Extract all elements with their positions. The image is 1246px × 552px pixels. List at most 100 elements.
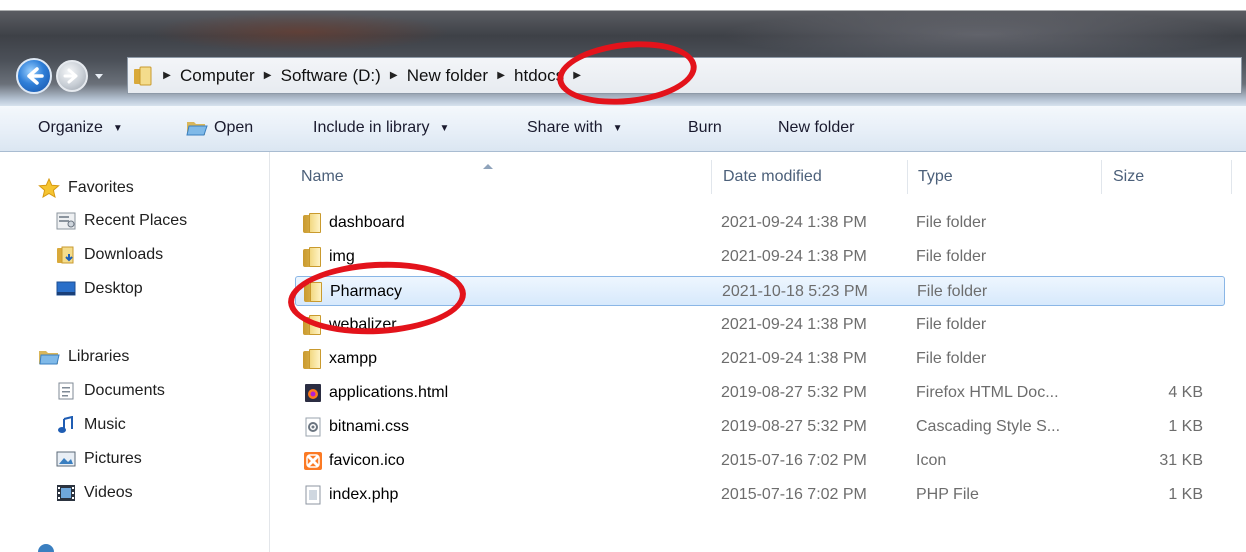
file-type: File folder [916,214,987,231]
nav-pictures-label: Pictures [84,450,142,467]
breadcrumb-software-drive[interactable]: Software (D:) [277,66,385,86]
nav-documents-label: Documents [84,382,165,399]
nav-recent-places-label: Recent Places [84,212,188,229]
file-type: PHP File [916,486,979,503]
organize-label: Organize [38,119,103,136]
nav-pictures[interactable]: Pictures [56,450,142,468]
file-row[interactable]: img 2021-09-24 1:38 PM File folder [295,242,1225,272]
column-header-row: Name Date modified Type Size [271,152,1246,198]
column-divider[interactable] [711,160,712,194]
nav-desktop[interactable]: Desktop [56,280,143,298]
file-date: 2015-07-16 7:02 PM [721,452,867,469]
column-date-modified[interactable]: Date modified [723,168,822,186]
titlebar-background-blur [150,12,450,52]
recent-places-icon [56,212,76,230]
folder-icon [303,349,321,369]
nav-favorites[interactable]: Favorites [38,178,134,198]
share-with-label: Share with [527,119,603,136]
forward-arrow-icon [63,68,78,84]
file-name: dashboard [329,214,405,231]
file-type: File folder [916,248,987,265]
file-row[interactable]: bitnami.css 2019-08-27 5:32 PM Cascading… [295,412,1225,442]
open-label: Open [214,119,254,136]
back-button[interactable] [16,58,52,94]
nav-videos[interactable]: Videos [56,484,133,502]
file-row[interactable]: favicon.ico 2015-07-16 7:02 PM Icon 31 K… [295,446,1225,476]
forward-button[interactable] [56,60,88,92]
nav-libraries-label: Libraries [68,348,130,365]
file-date: 2021-09-24 1:38 PM [721,214,867,231]
file-date: 2019-08-27 5:32 PM [721,418,867,435]
nav-downloads[interactable]: Downloads [56,246,163,264]
breadcrumb-computer[interactable]: Computer [176,66,259,86]
breadcrumb-new-folder[interactable]: New folder [403,66,492,86]
file-row[interactable]: index.php 2015-07-16 7:02 PM PHP File 1 … [295,480,1225,510]
breadcrumb-separator-icon[interactable]: ▶ [568,70,586,81]
file-size: 4 KB [1168,384,1203,401]
address-bar[interactable]: ▶ Computer ▶ Software (D:) ▶ New folder … [127,57,1242,94]
file-size: 1 KB [1168,486,1203,503]
file-row[interactable]: xampp 2021-09-24 1:38 PM File folder [295,344,1225,374]
column-divider[interactable] [907,160,908,194]
column-divider[interactable] [1231,160,1232,194]
php-file-icon [305,485,321,505]
nav-music-label: Music [84,416,126,433]
sort-ascending-icon [483,164,493,169]
file-name: applications.html [329,384,449,401]
share-with-button[interactable]: Share with ▼ [527,119,623,137]
file-row[interactable]: webalizer 2021-09-24 1:38 PM File folder [295,310,1225,340]
folder-icon [303,213,321,233]
new-folder-label: New folder [778,119,855,136]
file-name: webalizer [329,316,397,333]
nav-videos-label: Videos [84,484,133,501]
file-type: File folder [916,350,987,367]
organize-button[interactable]: Organize ▼ [38,119,123,137]
new-folder-button[interactable]: New folder [778,119,854,137]
file-list: Name Date modified Type Size dashboard 2… [271,152,1246,552]
breadcrumb-separator-icon[interactable]: ▶ [259,70,277,81]
column-divider[interactable] [1101,160,1102,194]
breadcrumb-htdocs[interactable]: htdocs [510,66,568,86]
file-name: bitnami.css [329,418,410,435]
breadcrumb-separator-icon[interactable]: ▶ [492,70,510,81]
breadcrumb-separator-icon[interactable]: ▶ [385,70,403,81]
breadcrumb-separator-icon[interactable]: ▶ [158,70,176,81]
firefox-html-icon [305,384,321,402]
file-date: 2015-07-16 7:02 PM [721,486,867,503]
nav-documents[interactable]: Documents [56,382,165,400]
column-size[interactable]: Size [1113,168,1144,186]
file-row[interactable]: dashboard 2021-09-24 1:38 PM File folder [295,208,1225,238]
file-type: Firefox HTML Doc... [916,384,1059,401]
homegroup-icon [38,544,54,552]
include-in-library-label: Include in library [313,119,430,136]
css-file-icon [305,417,321,437]
nav-recent-places[interactable]: Recent Places [56,212,187,230]
file-size: 31 KB [1159,452,1203,469]
folder-icon [303,247,321,267]
include-in-library-button[interactable]: Include in library ▼ [313,119,449,137]
recent-locations-dropdown[interactable] [92,70,106,84]
file-row-selected[interactable]: Pharmacy 2021-10-18 5:23 PM File folder [295,276,1225,306]
downloads-folder-icon [57,246,74,264]
file-date: 2021-09-24 1:38 PM [721,316,867,333]
file-row[interactable]: applications.html 2019-08-27 5:32 PM Fir… [295,378,1225,408]
nav-libraries[interactable]: Libraries [38,348,129,366]
column-name[interactable]: Name [301,168,344,186]
file-date: 2021-09-24 1:38 PM [721,248,867,265]
nav-music[interactable]: Music [56,416,126,434]
desktop-icon [56,281,76,296]
navigation-pane: Favorites Recent Places Downloads Deskto… [0,152,270,552]
pictures-icon [56,451,76,467]
column-type[interactable]: Type [918,168,953,186]
file-name: Pharmacy [330,283,403,300]
folder-icon [304,282,322,302]
chevron-down-icon: ▼ [439,122,450,134]
open-button[interactable]: Open [186,119,253,137]
xampp-icon [304,452,322,470]
file-name: index.php [329,486,399,503]
burn-button[interactable]: Burn [688,119,722,137]
file-type: File folder [917,283,988,300]
file-name: img [329,248,355,265]
file-date: 2021-09-24 1:38 PM [721,350,867,367]
chevron-down-icon: ▼ [612,122,623,134]
